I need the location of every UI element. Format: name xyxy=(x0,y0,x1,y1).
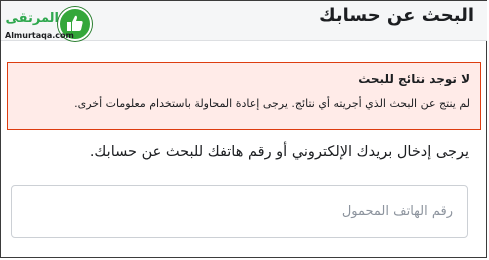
phone-number-input[interactable] xyxy=(12,186,467,237)
site-logo[interactable]: المرتقى Almurtaqa.com xyxy=(5,5,123,41)
error-alert: لا توجد نتائج للبحث لم ينتج عن البحث الذ… xyxy=(7,62,481,130)
alert-message: لم ينتج عن البحث الذي أجريته أي نتائج. ي… xyxy=(74,97,470,110)
logo-name: المرتقى xyxy=(5,11,59,26)
page-title: البحث عن حسابك xyxy=(319,5,474,26)
phone-input-container xyxy=(11,185,468,238)
header-bar: المرتقى Almurtaqa.com البحث عن حسابك xyxy=(1,1,487,41)
instruction-text: يرجى إدخال بريدك الإلكتروني أو رقم هاتفك… xyxy=(89,144,469,160)
logo-domain: Almurtaqa.com xyxy=(5,31,74,40)
alert-title: لا توجد نتائج للبحث xyxy=(358,72,470,86)
